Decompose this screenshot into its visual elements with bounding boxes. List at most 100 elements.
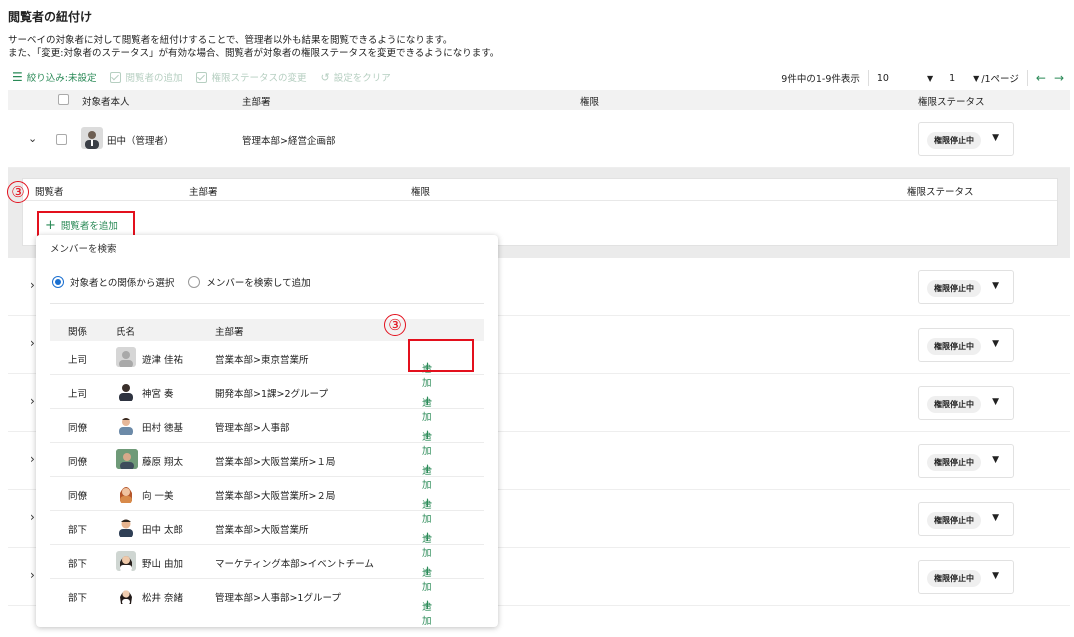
- member-relation: 同僚: [68, 423, 88, 434]
- member-name: 野山 由加: [142, 559, 184, 570]
- radio-search[interactable]: [188, 276, 201, 288]
- page-title: 閲覧者の紐付け: [8, 10, 93, 24]
- status-badge: 権限停止中: [927, 280, 981, 297]
- col-target: 対象者本人: [82, 97, 130, 108]
- clear-label: 設定をクリア: [333, 73, 391, 84]
- chevron-right-icon[interactable]: ›: [30, 278, 35, 292]
- caret-down-icon: ▼: [992, 397, 999, 407]
- avatar: [81, 127, 103, 149]
- status-select[interactable]: 権限停止中 ▼: [918, 328, 1014, 362]
- member-name: 松井 奈緒: [142, 593, 184, 604]
- member-relation: 部下: [68, 593, 88, 604]
- status-select[interactable]: 権限停止中 ▼: [918, 386, 1014, 420]
- radio-search-label[interactable]: メンバーを検索して追加: [206, 275, 310, 289]
- caret-down-icon: ▼: [973, 73, 980, 83]
- member-relation: 同僚: [68, 457, 88, 468]
- avatar: [116, 415, 136, 435]
- avatar: [116, 381, 136, 401]
- add-viewer-toolbar-button[interactable]: 閲覧者の追加: [110, 70, 182, 84]
- member-name: 向 一美: [142, 491, 174, 502]
- col-viewer-dept: 主部署: [189, 187, 218, 198]
- member-dept: 管理本部>人事部>1グループ: [215, 593, 341, 604]
- col-member-dept: 主部署: [215, 327, 244, 338]
- viewer-subtable-header: 閲覧者 主部署 権限 権限ステータス: [23, 179, 1057, 201]
- chevron-right-icon[interactable]: ›: [30, 336, 35, 350]
- radio-relation[interactable]: [52, 276, 64, 288]
- table-row: ⌄ 田中（管理者） 管理本部>経営企画部 権限停止中 ▼: [8, 110, 1070, 168]
- toolbar: ☰ 絞り込み:未設定 閲覧者の追加 権限ステータスの変更 ↺ 設定をクリア: [12, 70, 391, 84]
- change-status-button[interactable]: 権限ステータスの変更: [196, 70, 307, 84]
- status-badge: 権限停止中: [927, 132, 981, 149]
- caret-down-icon: ▼: [992, 571, 999, 581]
- member-name: 遊津 佳祐: [142, 355, 184, 366]
- popup-title: メンバーを検索: [50, 244, 117, 255]
- checkbox-icon: [110, 71, 122, 83]
- status-badge: 権限停止中: [927, 512, 981, 529]
- member-search-popup: メンバーを検索 対象者との関係から選択 メンバーを検索して追加 関係 氏名 主部…: [36, 235, 498, 627]
- step-marker: ③: [384, 314, 406, 336]
- member-relation: 同僚: [68, 491, 88, 502]
- avatar: [116, 517, 136, 537]
- change-status-label: 権限ステータスの変更: [211, 73, 307, 84]
- member-name: 田村 徳基: [142, 423, 184, 434]
- status-select[interactable]: 権限停止中 ▼: [918, 270, 1014, 304]
- checkbox-icon: [196, 71, 208, 83]
- radio-relation-label[interactable]: 対象者との関係から選択: [70, 275, 174, 289]
- col-viewer: 閲覧者: [35, 187, 64, 198]
- next-page-icon[interactable]: →: [1054, 71, 1064, 85]
- avatar: [116, 483, 136, 503]
- prev-page-icon[interactable]: ←: [1036, 71, 1046, 85]
- pager: 9件中の1-9件表示 10 ▼ 1 ▼ /1ページ ← →: [781, 70, 1064, 86]
- member-row: 部下 松井 奈緒 管理本部>人事部>1グループ + 追加: [50, 579, 484, 627]
- add-viewer-text: 閲覧者を追加: [60, 221, 118, 232]
- caret-down-icon: ▼: [992, 339, 999, 349]
- col-viewer-perm: 権限: [411, 187, 431, 198]
- target-dept: 管理本部>経営企画部: [242, 136, 336, 147]
- divider: [50, 303, 484, 304]
- chevron-right-icon[interactable]: ›: [30, 510, 35, 524]
- avatar: [116, 551, 136, 571]
- member-name: 藤原 翔太: [142, 457, 184, 468]
- col-status: 権限ステータス: [918, 97, 985, 108]
- col-viewer-status: 権限ステータス: [907, 187, 974, 198]
- member-name: 田中 太郎: [142, 525, 184, 536]
- col-name: 氏名: [116, 327, 136, 338]
- status-select[interactable]: 権限停止中 ▼: [918, 560, 1014, 594]
- status-select[interactable]: 権限停止中 ▼: [918, 444, 1014, 478]
- member-row: 部下 野山 由加 マーケティング本部>イベントチーム + 追加: [50, 545, 484, 593]
- caret-down-icon: ▼: [992, 133, 999, 143]
- member-dept: 管理本部>人事部: [215, 423, 290, 434]
- filter-button[interactable]: ☰ 絞り込み:未設定: [12, 70, 96, 84]
- page-select[interactable]: 1 ▼ /1ページ: [949, 71, 1019, 86]
- member-relation: 部下: [68, 525, 88, 536]
- clear-settings-button[interactable]: ↺ 設定をクリア: [320, 70, 391, 85]
- status-badge: 権限停止中: [927, 396, 981, 413]
- result-summary: 9件中の1-9件表示: [781, 74, 860, 85]
- chevron-right-icon[interactable]: ›: [30, 568, 35, 582]
- chevron-right-icon[interactable]: ›: [30, 394, 35, 408]
- member-row: 同僚 田村 徳基 管理本部>人事部 + 追加: [50, 409, 484, 457]
- col-perm: 権限: [580, 97, 600, 108]
- chevron-right-icon[interactable]: ›: [30, 452, 35, 466]
- status-select[interactable]: 権限停止中 ▼: [918, 122, 1014, 156]
- status-select[interactable]: 権限停止中 ▼: [918, 502, 1014, 536]
- per-page-select[interactable]: 10 ▼: [877, 73, 933, 84]
- undo-icon: ↺: [320, 70, 330, 84]
- member-dept: 営業本部>大阪営業所>２局: [215, 491, 336, 502]
- status-badge: 権限停止中: [927, 570, 981, 587]
- page-value: 1: [949, 72, 956, 84]
- col-dept: 主部署: [242, 97, 271, 108]
- member-name: 神宮 奏: [142, 389, 174, 400]
- member-relation: 上司: [68, 389, 88, 400]
- add-button-highlight: [408, 339, 474, 372]
- caret-down-icon: ▼: [992, 455, 999, 465]
- col-relation: 関係: [68, 327, 88, 338]
- select-all-checkbox[interactable]: [58, 94, 69, 105]
- row-checkbox[interactable]: [56, 134, 67, 145]
- filter-icon: ☰: [12, 70, 23, 84]
- description-line-1: サーベイの対象者に対して閲覧者を紐付けすることで、管理者以外も結果を閲覧できるよ…: [8, 35, 453, 46]
- chevron-down-icon[interactable]: ⌄: [28, 132, 37, 145]
- avatar: [116, 585, 136, 605]
- filter-label: 絞り込み:未設定: [26, 73, 97, 84]
- description-line-2: また、「変更:対象者のステータス」が有効な場合、閲覧者が対象者の権限ステータスを…: [8, 48, 500, 59]
